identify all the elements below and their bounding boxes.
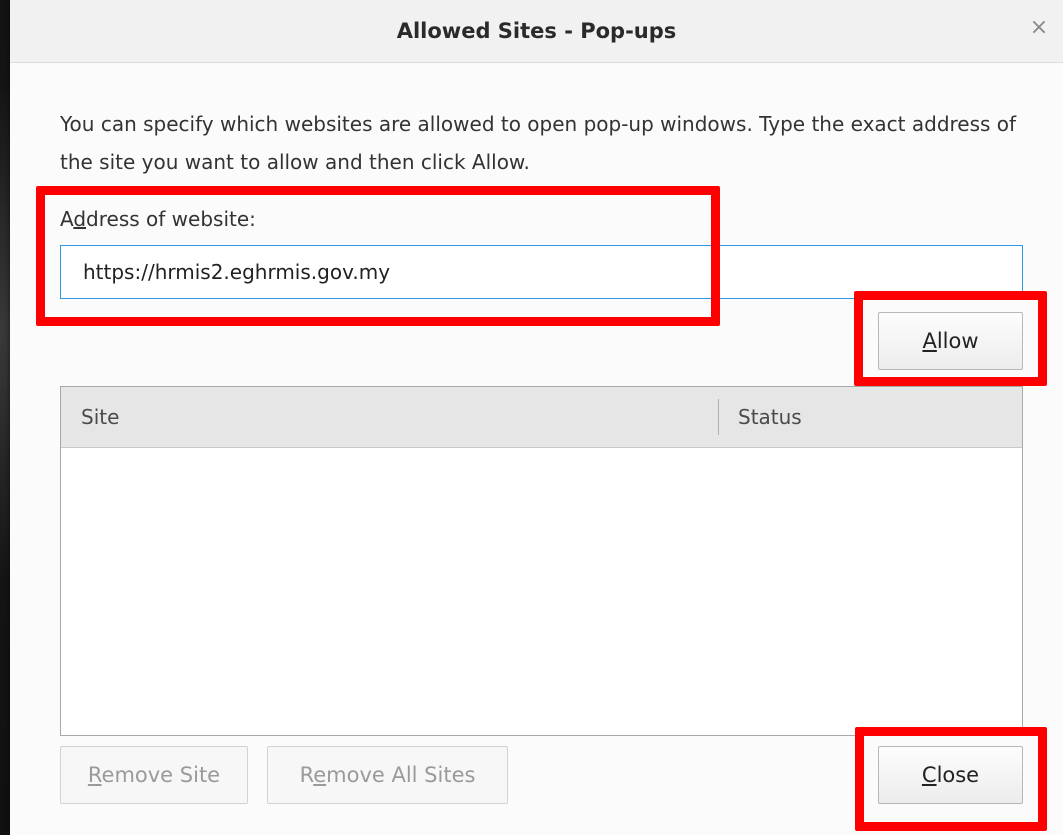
allow-button[interactable]: Allow [878, 312, 1023, 370]
close-button[interactable]: Close [878, 746, 1023, 804]
dialog-title: Allowed Sites - Pop-ups [396, 19, 677, 43]
dialog-description: You can specify which websites are allow… [60, 112, 1017, 174]
sites-table: Site Status [60, 386, 1023, 736]
remove-all-sites-button[interactable]: Remove All Sites [267, 746, 508, 804]
dialog-titlebar: Allowed Sites - Pop-ups × [10, 0, 1063, 63]
address-label: Address of website: [60, 207, 256, 231]
close-icon[interactable]: × [1027, 16, 1051, 40]
allowed-sites-dialog: Allowed Sites - Pop-ups × You can specif… [10, 0, 1063, 835]
remove-site-button[interactable]: Remove Site [60, 746, 248, 804]
column-header-site[interactable]: Site [81, 387, 119, 447]
address-input[interactable] [60, 245, 1023, 299]
table-header: Site Status [61, 387, 1022, 448]
column-header-status[interactable]: Status [738, 387, 802, 447]
column-divider[interactable] [718, 399, 719, 435]
